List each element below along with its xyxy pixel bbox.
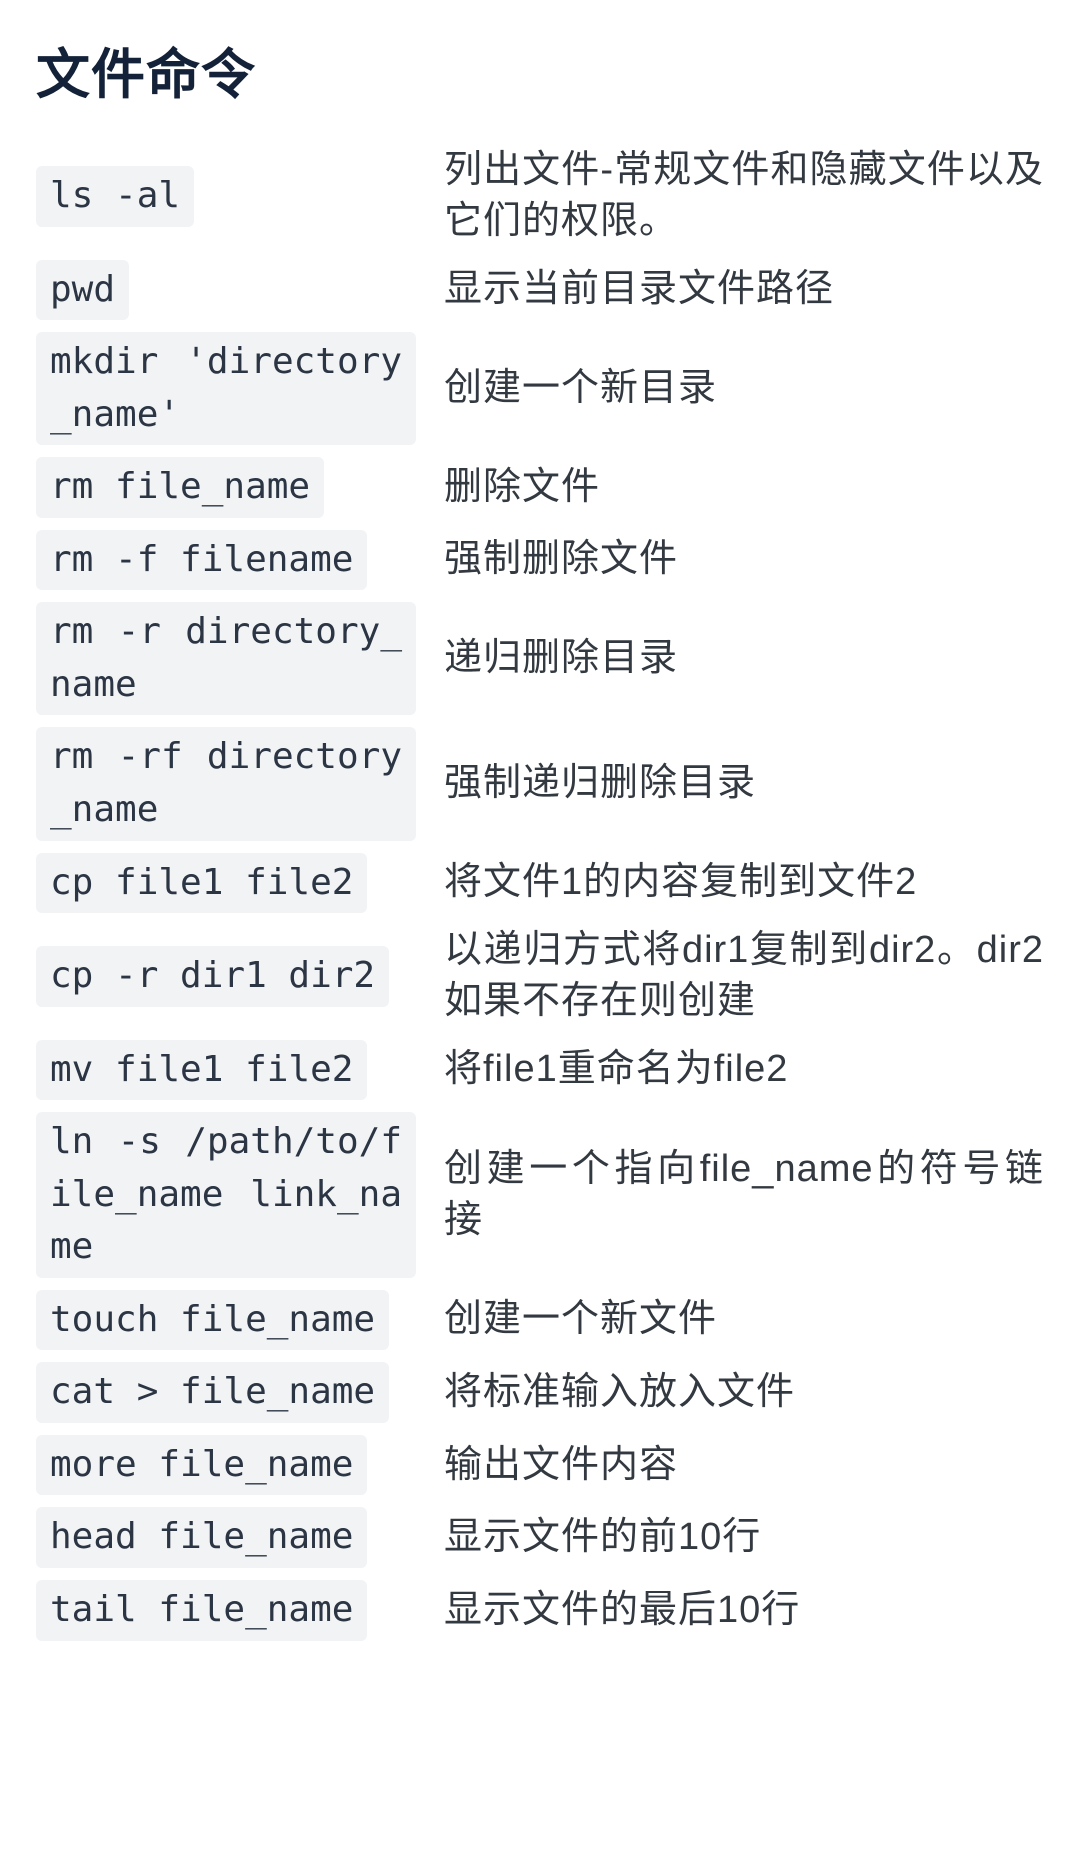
command-cell: tail file_name (36, 1580, 416, 1641)
command-code: ln -s /path/to/file_name link_name (36, 1112, 416, 1278)
description-cell: 显示文件的前10行 (416, 1512, 1044, 1563)
command-code: more file_name (36, 1435, 367, 1496)
command-code: ls -al (36, 166, 194, 227)
description-cell: 输出文件内容 (416, 1440, 1044, 1491)
table-row: rm -r directory_name递归删除目录 (36, 602, 1044, 715)
command-code: mkdir 'directory_name' (36, 332, 416, 445)
command-cell: mv file1 file2 (36, 1040, 416, 1101)
table-row: more file_name 输出文件内容 (36, 1435, 1044, 1496)
command-code: rm file_name (36, 457, 324, 518)
description-cell: 显示当前目录文件路径 (416, 264, 1044, 315)
table-row: ln -s /path/to/file_name link_name创建一个指向… (36, 1112, 1044, 1278)
command-cell: ls -al (36, 166, 416, 227)
description-cell: 强制删除文件 (416, 534, 1044, 585)
table-row: cp -r dir1 dir2 以递归方式将dir1复制到dir2。dir2如果不… (36, 925, 1044, 1028)
command-cell: rm -f filename (36, 530, 416, 591)
command-code: cat > file_name (36, 1362, 389, 1423)
table-row: pwd 显示当前目录文件路径 (36, 260, 1044, 321)
command-code: pwd (36, 260, 129, 321)
command-code: cp -r dir1 dir2 (36, 946, 389, 1007)
command-cell: cp file1 file2 (36, 853, 416, 914)
command-cell: pwd (36, 260, 416, 321)
command-cell: more file_name (36, 1435, 416, 1496)
table-row: rm -f filename 强制删除文件 (36, 530, 1044, 591)
table-row: head file_name 显示文件的前10行 (36, 1507, 1044, 1568)
table-row: cp file1 file2 将文件1的内容复制到文件2 (36, 853, 1044, 914)
description-cell: 将文件1的内容复制到文件2 (416, 857, 1044, 908)
table-row: rm -rf directory_name强制递归删除目录 (36, 727, 1044, 840)
command-cell: head file_name (36, 1507, 416, 1568)
command-cell: touch file_name (36, 1290, 416, 1351)
description-cell: 以递归方式将dir1复制到dir2。dir2如果不存在则创建 (416, 925, 1044, 1028)
command-code: tail file_name (36, 1580, 367, 1641)
command-cell: cat > file_name (36, 1362, 416, 1423)
description-cell: 删除文件 (416, 462, 1044, 513)
table-row: mv file1 file2 将file1重命名为file2 (36, 1040, 1044, 1101)
command-cell: mkdir 'directory_name' (36, 332, 416, 445)
command-code: rm -f filename (36, 530, 367, 591)
description-cell: 创建一个新文件 (416, 1294, 1044, 1345)
table-row: rm file_name 删除文件 (36, 457, 1044, 518)
table-row: ls -al 列出文件-常规文件和隐藏文件以及它们的权限。 (36, 145, 1044, 248)
description-cell: 创建一个新目录 (416, 363, 1044, 414)
description-cell: 将file1重命名为file2 (416, 1044, 1044, 1095)
command-cell: cp -r dir1 dir2 (36, 946, 416, 1007)
command-code: mv file1 file2 (36, 1040, 367, 1101)
command-cell: rm -r directory_name (36, 602, 416, 715)
table-row: touch file_name 创建一个新文件 (36, 1290, 1044, 1351)
description-cell: 显示文件的最后10行 (416, 1585, 1044, 1636)
description-cell: 递归删除目录 (416, 633, 1044, 684)
command-code: rm -rf directory_name (36, 727, 416, 840)
table-row: cat > file_name 将标准输入放入文件 (36, 1362, 1044, 1423)
description-cell: 创建一个指向file_name的符号链接 (416, 1144, 1044, 1247)
command-code: head file_name (36, 1507, 367, 1568)
command-cell: ln -s /path/to/file_name link_name (36, 1112, 416, 1278)
command-code: touch file_name (36, 1290, 389, 1351)
command-table: ls -al 列出文件-常规文件和隐藏文件以及它们的权限。 pwd 显示当前目录文件路… (36, 145, 1044, 1653)
command-code: cp file1 file2 (36, 853, 367, 914)
table-row: tail file_name 显示文件的最后10行 (36, 1580, 1044, 1641)
description-cell: 将标准输入放入文件 (416, 1367, 1044, 1418)
section-heading: 文件命令 (36, 30, 1044, 109)
command-code: rm -r directory_name (36, 602, 416, 715)
command-cell: rm -rf directory_name (36, 727, 416, 840)
description-cell: 列出文件-常规文件和隐藏文件以及它们的权限。 (416, 145, 1044, 248)
command-cell: rm file_name (36, 457, 416, 518)
table-row: mkdir 'directory_name'创建一个新目录 (36, 332, 1044, 445)
description-cell: 强制递归删除目录 (416, 758, 1044, 809)
